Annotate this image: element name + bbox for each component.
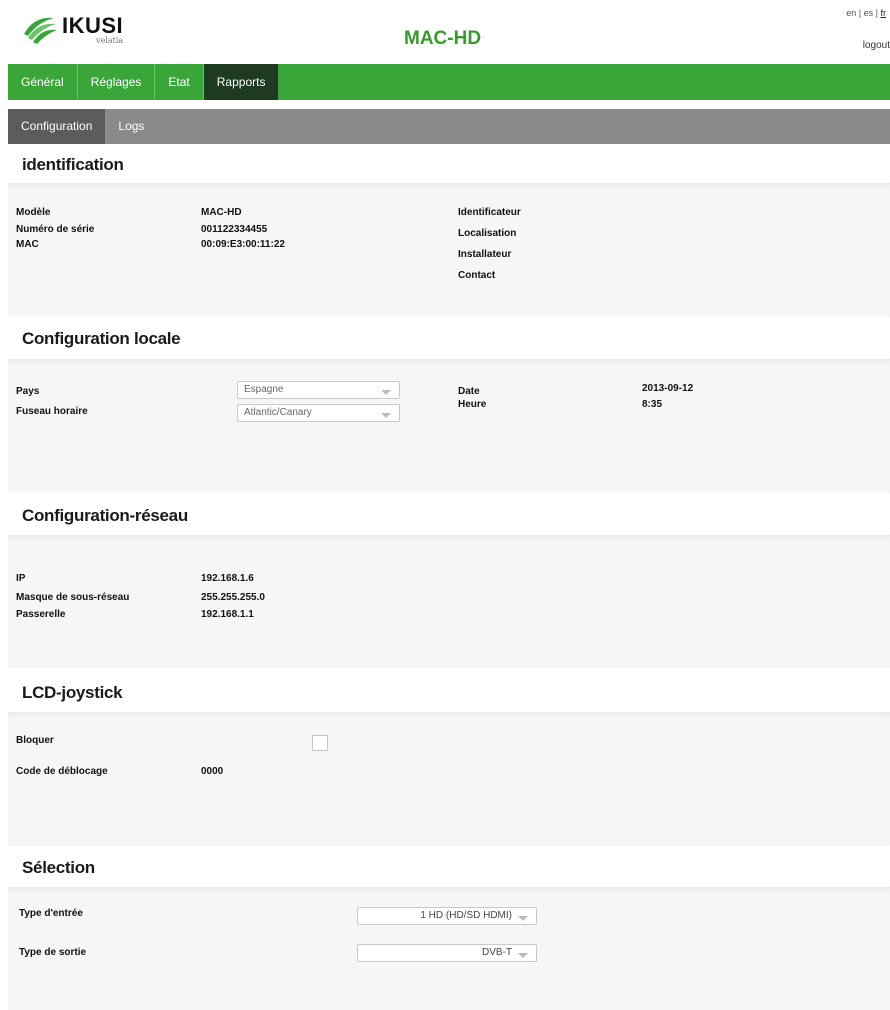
main-nav: Général Réglages Etat Rapports [8,64,890,100]
ip-value: 192.168.1.6 [201,573,254,584]
unlock-code-label: Code de déblocage [16,766,108,777]
contact-label: Contact [458,270,496,281]
page: IKUSI velatia MAC-HD en | es | fr logout… [0,0,890,1010]
gateway-label: Passerelle [16,609,66,620]
logout-link[interactable]: logout [863,40,890,51]
nav-general[interactable]: Général [8,64,78,100]
app-title: MAC-HD [404,28,482,49]
panel-network: IP 192.168.1.6 Masque de sous-réseau 255… [8,535,890,668]
logo-name: IKUSI [62,13,124,38]
serial-value: 001122334455 [201,224,268,235]
panel-selection: Type d'entrée 1 HD (HD/SD HDMI) Type de … [8,887,890,1010]
installer-label: Installateur [458,249,512,260]
unlock-code-value: 0000 [201,766,224,777]
section-title-identification: identification [22,155,124,174]
output-type-select[interactable]: DVB-T [357,944,537,962]
panel-locale: Pays Espagne Fuseau horaire Atlantic/Can… [8,359,890,493]
timezone-select-value: Atlantic/Canary [244,407,312,418]
nav-rapports[interactable]: Rapports [203,64,279,100]
chevron-down-icon [518,953,528,958]
country-select-value: Espagne [244,384,284,395]
header: IKUSI velatia MAC-HD en | es | fr logout [0,0,890,64]
nav-etat[interactable]: Etat [155,64,204,100]
model-value: MAC-HD [201,207,242,218]
input-type-select-value: 1 HD (HD/SD HDMI) [420,910,512,921]
ikusi-logo: IKUSI velatia [20,14,123,45]
language-es[interactable]: es [864,8,874,18]
output-type-select-value: DVB-T [482,947,512,958]
model-label: Modèle [16,207,51,218]
panel-lcd: Bloquer Code de déblocage 0000 [8,712,890,846]
chevron-down-icon [381,390,391,395]
ikusi-logo-icon [24,17,57,44]
mac-value: 00:09:E3:00:11:22 [201,239,285,250]
nav-reglages[interactable]: Réglages [78,64,156,100]
input-type-select[interactable]: 1 HD (HD/SD HDMI) [357,907,537,925]
serial-label: Numéro de série [16,224,95,235]
chevron-down-icon [381,413,391,418]
section-title-selection: Sélection [22,858,95,877]
country-label: Pays [16,386,40,397]
tab-configuration[interactable]: Configuration [8,109,106,144]
location-label: Localisation [458,228,517,239]
language-en[interactable]: en [846,8,856,18]
language-fr[interactable]: fr [881,8,887,18]
tab-logs[interactable]: Logs [105,109,157,144]
gateway-value: 192.168.1.1 [201,609,254,620]
chevron-down-icon [518,916,528,921]
mask-value: 255.255.255.0 [201,592,265,603]
language-switcher: en | es | fr [846,8,886,18]
country-select[interactable]: Espagne [237,381,400,399]
date-value: 2013-09-12 [642,383,694,394]
date-label: Date [458,386,480,397]
output-type-label: Type de sortie [19,947,87,958]
section-title-network: Configuration-réseau [22,506,188,525]
lock-checkbox[interactable] [312,735,328,751]
input-type-label: Type d'entrée [19,908,83,919]
sub-nav: Configuration Logs [8,109,890,144]
time-value: 8:35 [642,399,663,410]
timezone-label: Fuseau horaire [16,406,88,417]
identifier-label: Identificateur [458,207,521,218]
mask-label: Masque de sous-réseau [16,592,130,603]
timezone-select[interactable]: Atlantic/Canary [237,404,400,422]
section-title-locale: Configuration locale [22,329,181,348]
time-label: Heure [458,399,487,410]
panel-identification: Modèle MAC-HD Numéro de série 0011223344… [8,183,890,317]
mac-label: MAC [16,239,39,250]
section-title-lcd: LCD-joystick [22,683,123,702]
lock-label: Bloquer [16,735,54,746]
ip-label: IP [16,573,26,584]
